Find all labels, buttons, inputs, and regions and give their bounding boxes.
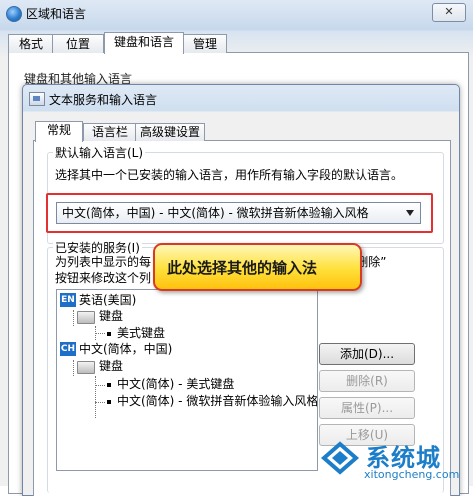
tree-item-label: 英语(美国) (79, 293, 137, 307)
tree-connector (95, 402, 105, 403)
default-language-select[interactable]: 中文(简体，中国) - 中文(简体) - 微软拼音新体验输入风格 (56, 202, 421, 224)
tree-item-label: 键盘 (99, 359, 124, 373)
tab-language-bar[interactable]: 语言栏 (83, 123, 137, 141)
annotation-text: 此处选择其他的输入法 (167, 259, 318, 277)
installed-services-description-2: 按钮来修改这个列 (55, 271, 152, 285)
language-badge-en: EN (60, 293, 76, 307)
tab-keyboards-languages[interactable]: 键盘和语言 (104, 32, 184, 54)
tree-item-keyboard-en[interactable]: 键盘 (77, 309, 123, 324)
tree-item-english[interactable]: EN 英语(美国) (60, 293, 136, 307)
default-language-description: 选择其中一个已安装的输入语言，用作所有输入字段的默认语言。 (55, 168, 404, 182)
tree-item-us-keyboard[interactable]: 美式键盘 (107, 326, 165, 340)
tab-location[interactable]: 位置 (52, 34, 104, 53)
globe-icon (6, 6, 22, 22)
tab-administrative[interactable]: 管理 (183, 34, 227, 53)
tree-item-label: 键盘 (99, 309, 124, 323)
annotation-callout: 此处选择其他的输入法 (153, 243, 362, 291)
tree-item-chinese-us-keyboard[interactable]: 中文(简体) - 美式键盘 (107, 377, 234, 391)
installed-services-description-1-start: 为列表中显示的每 (55, 255, 152, 269)
tree-item-keyboard-ch[interactable]: 键盘 (77, 359, 123, 374)
tree-item-chinese[interactable]: CH 中文(简体，中国) (60, 342, 172, 356)
tab-formats[interactable]: 格式 (8, 34, 54, 53)
dialog-title: 文本服务和输入语言 (49, 93, 158, 107)
tree-connector (95, 376, 96, 418)
tree-item-label: 中文(简体) - 微软拼音新体验输入风格 (117, 394, 318, 408)
close-button[interactable]: ✕ (432, 3, 466, 22)
default-language-label: 默认输入语言(L) (53, 144, 146, 161)
xitongcheng-logo-icon (320, 441, 360, 475)
bullet-icon (107, 382, 111, 387)
tree-item-label: 中文(简体，中国) (79, 342, 173, 356)
bullet-icon (107, 331, 111, 336)
keyboard-icon (29, 92, 45, 106)
add-button[interactable]: 添加(D)... (319, 343, 415, 365)
remove-button[interactable]: 删除(R) (319, 370, 415, 392)
keyboard-folder-icon (77, 361, 95, 374)
language-badge-ch: CH (60, 342, 76, 356)
tree-item-microsoft-pinyin[interactable]: 中文(简体) - 微软拼音新体验输入风格 (107, 394, 318, 408)
tree-item-label: 美式键盘 (117, 326, 166, 340)
chevron-down-icon[interactable] (406, 210, 414, 216)
tree-connector (73, 360, 74, 376)
installed-services-tree[interactable]: EN 英语(美国) 键盘 美式键盘 CH 中文(简体，中国) 键盘 中文(简体) -… (56, 289, 318, 471)
tab-advanced-key-settings[interactable]: 高级键设置 (135, 123, 205, 141)
bullet-icon (107, 399, 111, 404)
watermark-url: xitongcheng.com (364, 468, 460, 481)
tree-item-label: 中文(简体) - 美式键盘 (117, 377, 235, 391)
watermark: 系统城 xitongcheng.com (318, 436, 470, 484)
highlight-frame: 中文(简体，中国) - 中文(简体) - 微软拼音新体验输入风格 (46, 193, 433, 233)
keyboard-folder-icon (77, 311, 95, 324)
tree-connector (95, 333, 105, 334)
tree-connector (95, 385, 105, 386)
default-language-select-value: 中文(简体，中国) - 中文(简体) - 微软拼音新体验输入风格 (62, 206, 369, 220)
outer-window-title: 区域和语言 (26, 7, 87, 21)
properties-button[interactable]: 属性(P)... (319, 397, 415, 419)
outer-title-bar: 区域和语言 ✕ (0, 0, 473, 28)
tree-connector (73, 310, 74, 326)
tab-general[interactable]: 常规 (35, 121, 83, 142)
installed-services-description-1: 为列表中显示的每 “删除” (55, 253, 386, 270)
